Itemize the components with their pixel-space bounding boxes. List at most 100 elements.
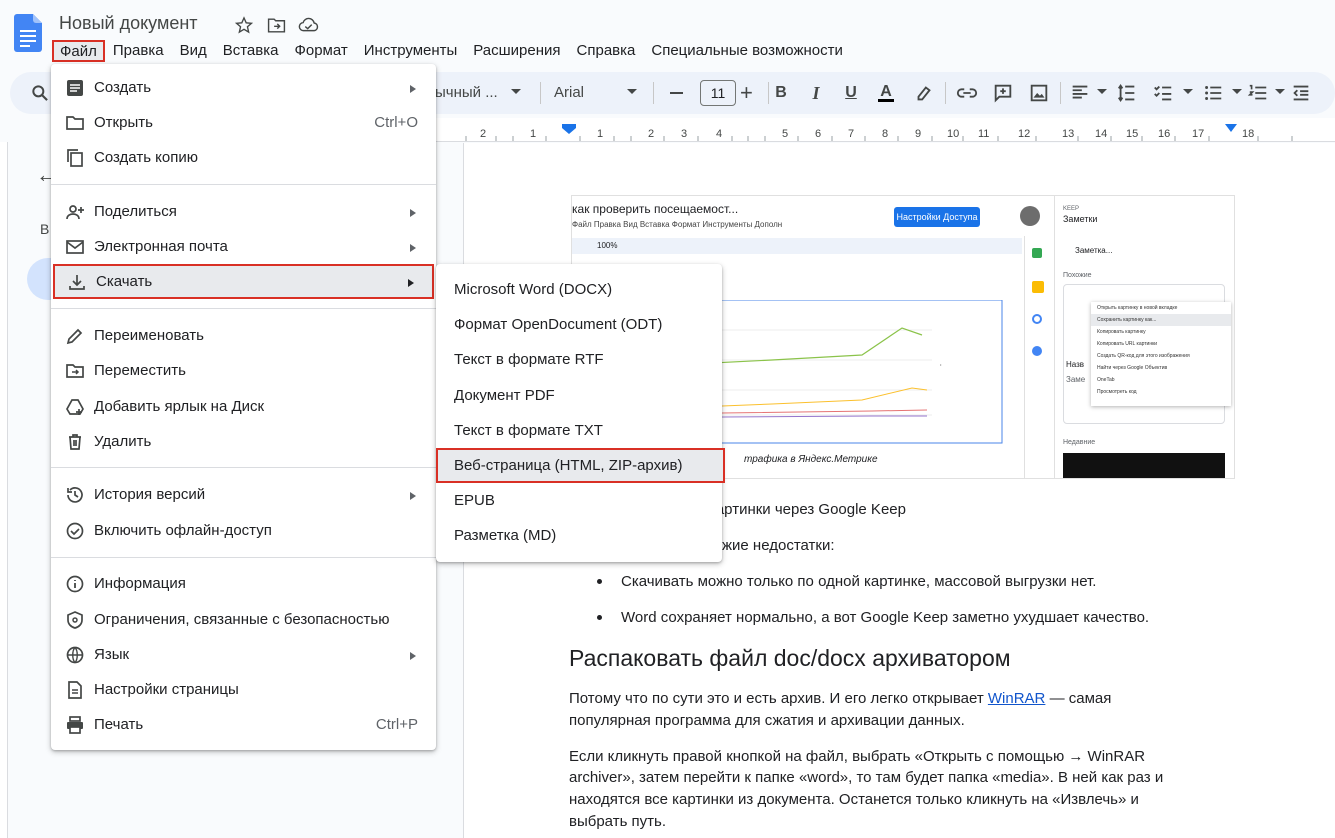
download-docx[interactable]: Microsoft Word (DOCX) xyxy=(436,272,722,307)
menu-item-move[interactable]: Переместить xyxy=(51,353,436,388)
submenu-item-label: EPUB xyxy=(454,492,495,509)
toolbar-divider xyxy=(945,82,946,104)
doc-bullet[interactable]: Скачивать можно только по одной картинке… xyxy=(621,573,1096,590)
underline-icon[interactable]: U xyxy=(840,82,862,104)
decrease-font-size-icon[interactable] xyxy=(670,92,683,94)
page-setup-icon xyxy=(68,681,82,699)
menu-item-download[interactable]: Скачать xyxy=(53,264,434,299)
menu-item-security[interactable]: Ограничения, связанные с безопасностью xyxy=(51,602,436,637)
ctx-item: Копировать картинку xyxy=(1097,329,1146,335)
winrar-link[interactable]: WinRAR xyxy=(988,690,1046,707)
horizontal-ruler[interactable]: 2 1 1 2 3 4 5 6 7 8 9 10 11 12 13 14 15 … xyxy=(436,118,1335,142)
download-txt[interactable]: Текст в формате TXT xyxy=(436,413,722,448)
menu-item-label: Создать копию xyxy=(94,149,198,166)
line-spacing-icon[interactable] xyxy=(1116,82,1138,104)
menu-item-delete[interactable]: Удалить xyxy=(51,424,436,459)
doc-bullet[interactable]: Word сохраняет нормально, а вот Google K… xyxy=(621,609,1149,626)
menu-extensions[interactable]: Расширения xyxy=(465,40,568,62)
menu-insert[interactable]: Вставка xyxy=(215,40,287,62)
pencil-icon xyxy=(66,328,83,345)
paragraph-style-select[interactable]: ычный ... xyxy=(435,84,498,101)
embedded-share-button: Настройки Доступа xyxy=(894,207,980,227)
decrease-indent-icon[interactable] xyxy=(1290,82,1312,104)
bulleted-list-icon[interactable] xyxy=(1202,82,1224,104)
increase-font-size-icon[interactable]: + xyxy=(740,80,753,106)
menu-item-details[interactable]: Информация xyxy=(51,566,436,601)
doc-text-run: Потому что по сути это и есть архив. И е… xyxy=(569,690,988,707)
menu-item-copy[interactable]: Создать копию xyxy=(51,140,436,175)
download-html-zip[interactable]: Веб-страница (HTML, ZIP-архив) xyxy=(436,448,725,483)
bullet-caret-icon[interactable] xyxy=(1232,89,1242,94)
download-md[interactable]: Разметка (MD) xyxy=(436,518,722,553)
menu-item-label: Ограничения, связанные с безопасностью xyxy=(94,611,390,628)
menu-view[interactable]: Вид xyxy=(172,40,215,62)
bold-icon[interactable]: B xyxy=(770,82,792,104)
menu-item-print[interactable]: Печать Ctrl+P xyxy=(51,707,436,742)
doc-paragraph-line[interactable]: находятся все картинки из документа. Ост… xyxy=(569,791,1139,808)
bullet-dot xyxy=(597,615,602,620)
doc-paragraph-line[interactable]: Если кликнуть правой кнопкой на файл, вы… xyxy=(569,748,1145,765)
download-pdf[interactable]: Документ PDF xyxy=(436,378,722,413)
doc-line[interactable]: жие недостатки: xyxy=(722,537,835,554)
menu-item-email[interactable]: Электронная почта xyxy=(51,229,436,264)
menu-tools[interactable]: Инструменты xyxy=(356,40,466,62)
style-caret-icon[interactable] xyxy=(511,89,521,94)
outline-heading: В xyxy=(40,221,50,237)
menu-item-version-history[interactable]: История версий xyxy=(51,477,436,512)
keep-similar: Похожие xyxy=(1063,272,1092,279)
ctx-item: Сохранить картинку как... xyxy=(1091,314,1231,326)
checklist-caret-icon[interactable] xyxy=(1183,89,1193,94)
download-epub[interactable]: EPUB xyxy=(436,483,722,518)
submenu-item-label: Текст в формате TXT xyxy=(454,422,603,439)
menu-item-offline[interactable]: Включить офлайн-доступ xyxy=(51,513,436,548)
menu-item-create[interactable]: Создать xyxy=(51,70,436,105)
move-folder-icon[interactable] xyxy=(265,14,287,36)
menu-item-label: Печать xyxy=(94,716,144,733)
doc-paragraph-line[interactable]: archiver», затем перейти к папке «word»,… xyxy=(569,769,1163,786)
menu-accessibility[interactable]: Специальные возможности xyxy=(643,40,851,62)
menu-help[interactable]: Справка xyxy=(569,40,644,62)
menu-edit[interactable]: Правка xyxy=(105,40,172,62)
menu-item-rename[interactable]: Переименовать xyxy=(51,318,436,353)
doc-heading[interactable]: Распаковать файл doc/docx архиватором xyxy=(569,645,1011,672)
menu-item-share[interactable]: Поделиться xyxy=(51,194,436,229)
menu-item-open[interactable]: Открыть Ctrl+O xyxy=(51,105,436,140)
insert-link-icon[interactable] xyxy=(956,82,978,104)
add-comment-icon[interactable] xyxy=(992,82,1014,104)
offline-check-icon xyxy=(66,522,84,540)
menu-format[interactable]: Формат xyxy=(286,40,355,62)
embedded-menu: Файл Правка Вид Вставка Формат Инструмен… xyxy=(572,220,783,229)
highlight-icon[interactable] xyxy=(913,82,935,104)
font-family-select[interactable]: Arial xyxy=(554,84,584,101)
numbered-list-icon[interactable] xyxy=(1247,82,1269,104)
text-color-icon[interactable]: A xyxy=(875,82,897,104)
align-icon[interactable] xyxy=(1069,82,1091,104)
doc-paragraph-line[interactable]: Потому что по сути это и есть архив. И е… xyxy=(569,690,1111,707)
doc-paragraph-line[interactable]: выбрать путь. xyxy=(569,813,666,830)
checklist-icon[interactable] xyxy=(1152,82,1174,104)
star-icon[interactable] xyxy=(233,14,255,36)
menu-file[interactable]: Файл xyxy=(52,40,105,62)
download-odt[interactable]: Формат OpenDocument (ODT) xyxy=(436,307,722,342)
font-size-input[interactable]: 11 xyxy=(700,80,736,106)
search-menus-icon[interactable] xyxy=(30,83,50,103)
submenu-arrow-icon xyxy=(410,492,416,500)
cloud-saved-icon[interactable] xyxy=(297,14,319,36)
copy-icon xyxy=(67,149,83,167)
align-caret-icon[interactable] xyxy=(1097,89,1107,94)
italic-icon[interactable]: I xyxy=(805,82,827,104)
font-caret-icon[interactable] xyxy=(627,89,637,94)
vertical-ruler[interactable] xyxy=(0,142,8,838)
menu-item-language[interactable]: Язык xyxy=(51,637,436,672)
menu-item-page-setup[interactable]: Настройки страницы xyxy=(51,672,436,707)
doc-paragraph-line[interactable]: популярная программа для сжатия и архива… xyxy=(569,712,965,729)
menu-item-label: Создать xyxy=(94,79,152,96)
keep-context-menu: Открыть картинку в новой вкладке Сохрани… xyxy=(1091,302,1231,406)
document-title[interactable]: Новый документ xyxy=(59,13,198,34)
download-rtf[interactable]: Текст в формате RTF xyxy=(436,342,722,377)
docs-logo-icon[interactable] xyxy=(14,14,42,52)
numbered-caret-icon[interactable] xyxy=(1275,89,1285,94)
insert-image-icon[interactable] xyxy=(1028,82,1050,104)
menu-item-add-shortcut[interactable]: Добавить ярлык на Диск xyxy=(51,389,436,424)
keep-note-name: Назв xyxy=(1066,360,1085,369)
